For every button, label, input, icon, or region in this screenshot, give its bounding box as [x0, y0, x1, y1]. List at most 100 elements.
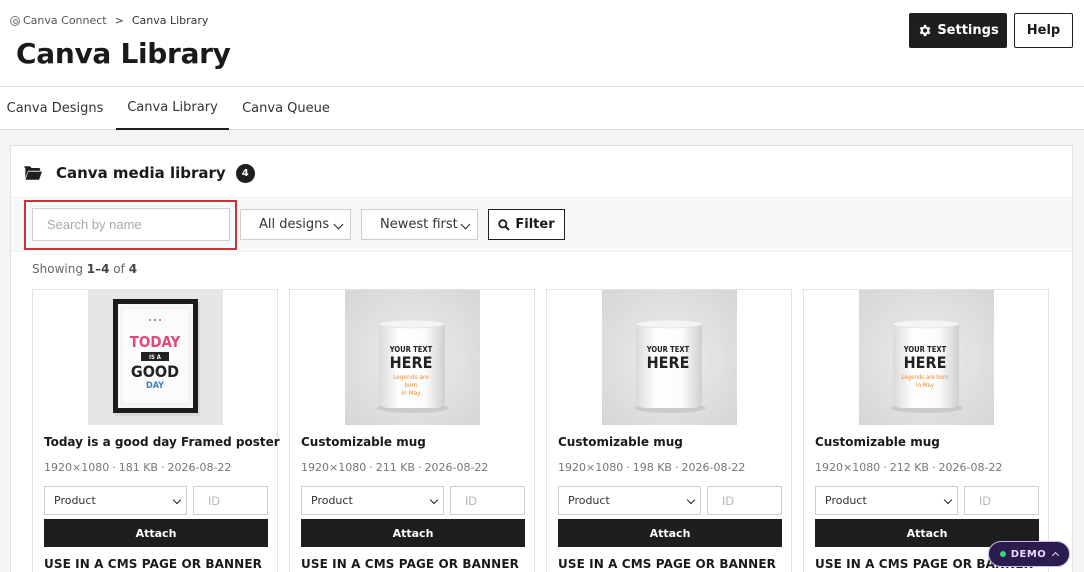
mug-thumbnail[interactable]: YOUR TEXT HERE Legends are born in May [859, 290, 994, 425]
tab-bar: Canva Designs Canva Library Canva Queue [0, 87, 1084, 130]
demo-mode-badge[interactable]: DEMO [988, 541, 1070, 567]
svg-text:HERE: HERE [904, 353, 947, 372]
id-input[interactable] [964, 486, 1039, 515]
chevron-up-icon [1052, 551, 1060, 560]
poster-thumbnail[interactable]: TODAY IS A GOOD DAY [88, 290, 223, 425]
card-meta: 1920×1080 · 211 KB · 2026-08-22 [301, 461, 489, 474]
attach-button[interactable]: Attach [558, 519, 782, 547]
card-meta: 1920×1080 · 181 KB · 2026-08-22 [44, 461, 232, 474]
card-meta: 1920×1080 · 212 KB · 2026-08-22 [815, 461, 1003, 474]
cms-usage-label: USE IN A CMS PAGE OR BANNER [558, 557, 776, 571]
page-header: Canva Connect > Canva Library Canva Libr… [0, 0, 1084, 87]
card-title: Today is a good day Framed poster [44, 435, 280, 449]
showing-of: of [113, 262, 125, 276]
product-select[interactable]: Product [44, 486, 187, 515]
product-select-value: Product [825, 494, 867, 507]
showing-prefix: Showing [32, 262, 83, 276]
gear-icon [920, 24, 931, 37]
product-select[interactable]: Product [301, 486, 444, 515]
demo-label: DEMO [1010, 548, 1047, 560]
mug-image: YOUR TEXT HERE Legends are born in May [859, 290, 994, 425]
breadcrumb-root-link[interactable]: Canva Connect [23, 14, 107, 27]
mug-image: YOUR TEXT HERE [602, 290, 737, 425]
showing-total: 4 [128, 262, 138, 276]
breadcrumb-separator: > [114, 14, 124, 27]
chevron-down-icon [172, 495, 182, 505]
product-select[interactable]: Product [815, 486, 958, 515]
card-dimensions: 1920×1080 [815, 461, 881, 474]
svg-text:Legends are born: Legends are born [901, 374, 948, 381]
sort-select[interactable]: Newest first [361, 209, 478, 240]
tab-canva-queue[interactable]: Canva Queue [236, 87, 336, 130]
product-select-value: Product [311, 494, 353, 507]
mug-image: YOUR TEXT HERE Legends are born in May [345, 290, 480, 425]
card-meta: 1920×1080 · 198 KB · 2026-08-22 [558, 461, 746, 474]
tab-canva-library[interactable]: Canva Library [116, 87, 229, 130]
card-date: 2026-08-22 [424, 461, 489, 474]
svg-text:born: born [404, 381, 418, 389]
panel-title-label: Canva media library [56, 164, 226, 182]
card-size: 212 KB [889, 461, 929, 474]
svg-text:TODAY: TODAY [130, 333, 181, 351]
id-input[interactable] [450, 486, 525, 515]
chevron-down-icon [460, 219, 471, 230]
cms-usage-label: USE IN A CMS PAGE OR BANNER [301, 557, 519, 571]
item-count-badge: 4 [235, 163, 255, 183]
sort-value: Newest first [380, 217, 458, 232]
product-select-value: Product [568, 494, 610, 507]
search-input[interactable] [32, 208, 230, 241]
card-title: Customizable mug [558, 435, 683, 449]
filter-label: Filter [515, 217, 555, 232]
settings-label: Settings [937, 23, 999, 38]
showing-range: 1–4 [86, 262, 110, 276]
panel-title: Canva media library 4 [24, 161, 255, 185]
filter-button[interactable]: Filter [488, 209, 565, 240]
svg-text:HERE: HERE [647, 353, 690, 372]
svg-text:in May: in May [916, 382, 935, 389]
svg-text:GOOD: GOOD [131, 362, 179, 381]
id-input[interactable] [193, 486, 268, 515]
canva-logo-icon [10, 15, 20, 26]
card-dimensions: 1920×1080 [44, 461, 110, 474]
chevron-down-icon [686, 495, 696, 505]
id-input[interactable] [707, 486, 782, 515]
svg-text:in May: in May [401, 389, 421, 397]
card-dimensions: 1920×1080 [558, 461, 624, 474]
card-date: 2026-08-22 [938, 461, 1003, 474]
search-icon [498, 218, 511, 231]
design-type-select[interactable]: All designs [240, 209, 351, 240]
svg-text:HERE: HERE [390, 353, 433, 372]
svg-text:DAY: DAY [146, 381, 164, 391]
mug-thumbnail[interactable]: YOUR TEXT HERE [602, 290, 737, 425]
chevron-down-icon [333, 219, 344, 230]
media-card: YOUR TEXT HERE Legends are born in May C… [803, 289, 1049, 572]
product-select-value: Product [54, 494, 96, 507]
media-card: TODAY IS A GOOD DAY Today is a good day … [32, 289, 280, 572]
attach-button[interactable]: Attach [301, 519, 525, 547]
product-select[interactable]: Product [558, 486, 701, 515]
page-title: Canva Library [16, 37, 231, 70]
attach-button[interactable]: Attach [44, 519, 268, 547]
design-type-value: All designs [259, 217, 330, 232]
breadcrumb: Canva Connect > Canva Library [10, 14, 208, 27]
card-size: 181 KB [118, 461, 158, 474]
chevron-down-icon [429, 495, 439, 505]
card-size: 211 KB [375, 461, 415, 474]
svg-text:Legends are: Legends are [393, 373, 429, 381]
card-size: 198 KB [632, 461, 672, 474]
card-dimensions: 1920×1080 [301, 461, 367, 474]
tab-canva-designs[interactable]: Canva Designs [0, 87, 110, 130]
card-date: 2026-08-22 [167, 461, 232, 474]
svg-text:IS A: IS A [149, 354, 162, 361]
status-dot-icon [999, 551, 1006, 557]
card-date: 2026-08-22 [681, 461, 746, 474]
help-button[interactable]: Help [1014, 13, 1073, 48]
cms-usage-label: USE IN A CMS PAGE OR BANNER [44, 557, 262, 571]
media-card: YOUR TEXT HERE Customizable mug 1920×108… [546, 289, 792, 572]
settings-button[interactable]: Settings [909, 13, 1007, 48]
card-title: Customizable mug [301, 435, 426, 449]
poster-image: TODAY IS A GOOD DAY [88, 290, 223, 425]
chevron-down-icon [943, 495, 953, 505]
results-summary: Showing 1–4 of 4 [32, 262, 137, 276]
mug-thumbnail[interactable]: YOUR TEXT HERE Legends are born in May [345, 290, 480, 425]
